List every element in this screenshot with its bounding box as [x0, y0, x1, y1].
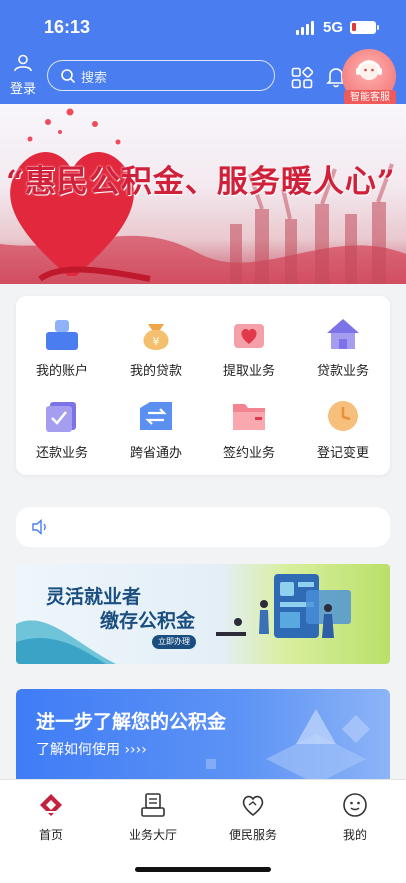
account-icon — [46, 320, 78, 350]
speaker-icon — [32, 519, 46, 535]
customer-service-icon — [356, 60, 382, 80]
smart-service-label[interactable]: 智能客服 — [344, 90, 396, 105]
tab-label: 便民服务 — [228, 828, 277, 842]
banner-carousel[interactable]: “惠民公积金、服务暖人心” — [0, 104, 406, 284]
function-label: 还款业务 — [35, 446, 88, 461]
svg-text:¥: ¥ — [153, 335, 160, 348]
apps-grid-icon[interactable] — [291, 67, 313, 89]
function-label: 我的账户 — [35, 364, 88, 379]
bottom-tab-bar: 首页 业务大厅 便民服务 我的 — [0, 779, 406, 883]
business-hall-icon — [141, 793, 165, 817]
tab-label: 我的 — [342, 828, 367, 842]
function-registration-change[interactable]: 登记变更 — [303, 398, 383, 461]
search-icon — [61, 69, 76, 84]
folder-icon — [233, 404, 265, 430]
announcement-bar[interactable] — [16, 507, 390, 547]
withdraw-heart-icon — [234, 324, 264, 348]
function-my-loan[interactable]: ¥ 我的贷款 — [116, 316, 196, 379]
status-time: 16:13 — [44, 17, 91, 37]
function-grid: 我的账户 ¥ 我的贷款 提取业务 贷款业务 还款业务 跨省通办 签约业务 登记变… — [16, 296, 390, 475]
banner-line2: 缴存公积金 — [100, 610, 196, 632]
function-signing[interactable]: 签约业务 — [209, 398, 289, 461]
tab-label: 业务大厅 — [128, 828, 177, 842]
signal-icon — [296, 21, 318, 35]
battery-icon — [350, 21, 379, 34]
transfer-arrows-icon — [140, 402, 172, 430]
function-label: 提取业务 — [222, 364, 275, 379]
learn-fund-illustration — [206, 709, 371, 784]
repay-check-icon — [46, 402, 76, 432]
tab-label: 首页 — [38, 828, 63, 842]
tab-mine[interactable]: 我的 — [310, 792, 400, 843]
profile-face-icon — [343, 793, 367, 817]
tab-business-hall[interactable]: 业务大厅 — [108, 792, 198, 843]
function-withdraw[interactable]: 提取业务 — [209, 316, 289, 379]
search-input[interactable]: 搜索 — [47, 60, 275, 91]
tab-convenience[interactable]: 便民服务 — [208, 792, 298, 843]
house-icon — [327, 319, 359, 349]
user-icon — [14, 54, 32, 72]
login-label: 登录 — [9, 82, 36, 97]
function-label: 我的贷款 — [129, 364, 182, 379]
function-my-account[interactable]: 我的账户 — [22, 316, 102, 379]
home-logo-icon — [40, 794, 62, 816]
function-label: 签约业务 — [222, 446, 275, 461]
network-type: 5G — [323, 19, 344, 36]
function-label: 登记变更 — [316, 446, 369, 461]
banner-line1: 灵活就业者 — [46, 586, 142, 608]
search-placeholder: 搜索 — [81, 71, 108, 86]
function-label: 跨省通办 — [129, 446, 182, 461]
tab-home[interactable]: 首页 — [6, 792, 96, 843]
login-button[interactable]: 登录 — [8, 54, 38, 97]
learn-title: 进一步了解您的公积金 — [36, 711, 227, 733]
loan-bag-icon: ¥ — [143, 324, 169, 350]
status-bar: 16:13 5G — [0, 0, 406, 52]
heart-service-icon — [242, 795, 264, 817]
function-repayment[interactable]: 还款业务 — [22, 398, 102, 461]
function-loan-business[interactable]: 贷款业务 — [303, 316, 383, 379]
home-indicator — [135, 867, 271, 872]
banner-title: “惠民公积金、服务暖人心” — [6, 164, 396, 200]
flexible-employment-banner[interactable]: 灵活就业者 缴存公积金 立即办理 — [16, 564, 390, 664]
function-cross-province[interactable]: 跨省通办 — [116, 398, 196, 461]
clock-icon — [328, 401, 358, 431]
learn-subtitle[interactable]: 了解如何使用 ›››› — [36, 739, 147, 759]
apply-now-button[interactable]: 立即办理 — [152, 635, 196, 649]
function-label: 贷款业务 — [316, 364, 369, 379]
learn-fund-banner[interactable]: 进一步了解您的公积金 了解如何使用 ›››› — [16, 689, 390, 784]
flexible-employment-illustration — [16, 574, 351, 664]
